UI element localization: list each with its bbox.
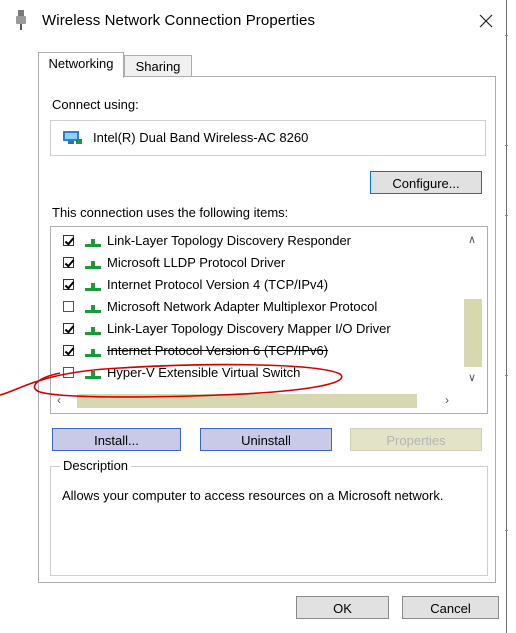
cancel-button[interactable]: Cancel (402, 596, 499, 619)
item-label: Link-Layer Topology Discovery Responder (107, 233, 351, 248)
item-label: Hyper-V Extensible Virtual Switch (107, 365, 301, 380)
list-item[interactable]: Internet Protocol Version 6 (TCP/IPv6) (51, 341, 461, 363)
item-label: Internet Protocol Version 6 (TCP/IPv6) (107, 343, 329, 358)
scroll-right-icon[interactable]: › (445, 393, 449, 407)
network-adapter-icon (16, 10, 26, 30)
properties-button[interactable]: Properties (350, 428, 482, 451)
network-component-icon (85, 327, 101, 335)
ok-button[interactable]: OK (296, 596, 389, 619)
item-checkbox[interactable] (63, 301, 74, 312)
uninstall-button[interactable]: Uninstall (200, 428, 332, 451)
install-button[interactable]: Install... (52, 428, 181, 451)
item-checkbox[interactable] (63, 279, 74, 290)
description-text: Allows your computer to access resources… (62, 488, 444, 503)
horizontal-scroll-thumb[interactable] (77, 394, 417, 408)
network-component-icon (85, 239, 101, 247)
close-icon (479, 14, 493, 28)
scroll-left-icon[interactable]: ‹ (57, 393, 61, 407)
border-tick (505, 145, 508, 146)
adapter-name: Intel(R) Dual Band Wireless-AC 8260 (93, 130, 309, 145)
list-item[interactable]: Link-Layer Topology Discovery Responder (51, 231, 461, 253)
description-legend: Description (60, 458, 132, 473)
vertical-scrollbar[interactable]: ∧ ∨ (461, 227, 485, 391)
scroll-down-icon[interactable]: ∨ (468, 371, 476, 384)
item-checkbox[interactable] (63, 235, 74, 246)
network-component-icon (85, 261, 101, 269)
item-label: Microsoft LLDP Protocol Driver (107, 255, 286, 270)
items-label: This connection uses the following items… (52, 205, 289, 220)
network-component-icon (85, 305, 101, 313)
adapter-icon (63, 131, 82, 144)
item-checkbox[interactable] (63, 257, 74, 268)
list-item[interactable]: Microsoft LLDP Protocol Driver (51, 253, 461, 275)
list-item[interactable]: Hyper-V Extensible Virtual Switch (51, 363, 461, 385)
adapter-field: Intel(R) Dual Band Wireless-AC 8260 (50, 120, 486, 156)
item-checkbox[interactable] (63, 323, 74, 334)
network-component-icon (85, 349, 101, 357)
list-item[interactable]: Internet Protocol Version 4 (TCP/IPv4) (51, 275, 461, 297)
description-group (50, 466, 488, 576)
network-component-icon (85, 283, 101, 291)
connect-using-label: Connect using: (52, 97, 139, 112)
border-tick (505, 35, 508, 36)
properties-window: Wireless Network Connection Properties N… (0, 0, 516, 633)
border-tick (505, 215, 508, 216)
window-right-border (506, 0, 507, 633)
border-tick (505, 530, 508, 531)
item-checkbox[interactable] (63, 345, 74, 356)
horizontal-scrollbar[interactable]: ‹ › (51, 391, 461, 411)
configure-button[interactable]: Configure... (370, 171, 482, 194)
components-list[interactable]: Link-Layer Topology Discovery Responder … (50, 226, 488, 414)
item-label: Microsoft Network Adapter Multiplexor Pr… (107, 299, 378, 314)
close-button[interactable] (468, 6, 504, 36)
tab-networking[interactable]: Networking (38, 52, 124, 78)
list-item[interactable]: Link-Layer Topology Discovery Mapper I/O… (51, 319, 461, 341)
item-label: Internet Protocol Version 4 (TCP/IPv4) (107, 277, 329, 292)
list-item[interactable]: Microsoft Network Adapter Multiplexor Pr… (51, 297, 461, 319)
window-title: Wireless Network Connection Properties (42, 12, 316, 29)
title-bar: Wireless Network Connection Properties (0, 0, 506, 42)
network-component-icon (85, 371, 101, 379)
vertical-scroll-thumb[interactable] (464, 299, 482, 367)
tab-sharing[interactable]: Sharing (124, 55, 192, 78)
scroll-up-icon[interactable]: ∧ (468, 233, 476, 246)
item-label: Link-Layer Topology Discovery Mapper I/O… (107, 321, 391, 336)
border-tick (505, 375, 508, 376)
item-checkbox[interactable] (63, 367, 74, 378)
